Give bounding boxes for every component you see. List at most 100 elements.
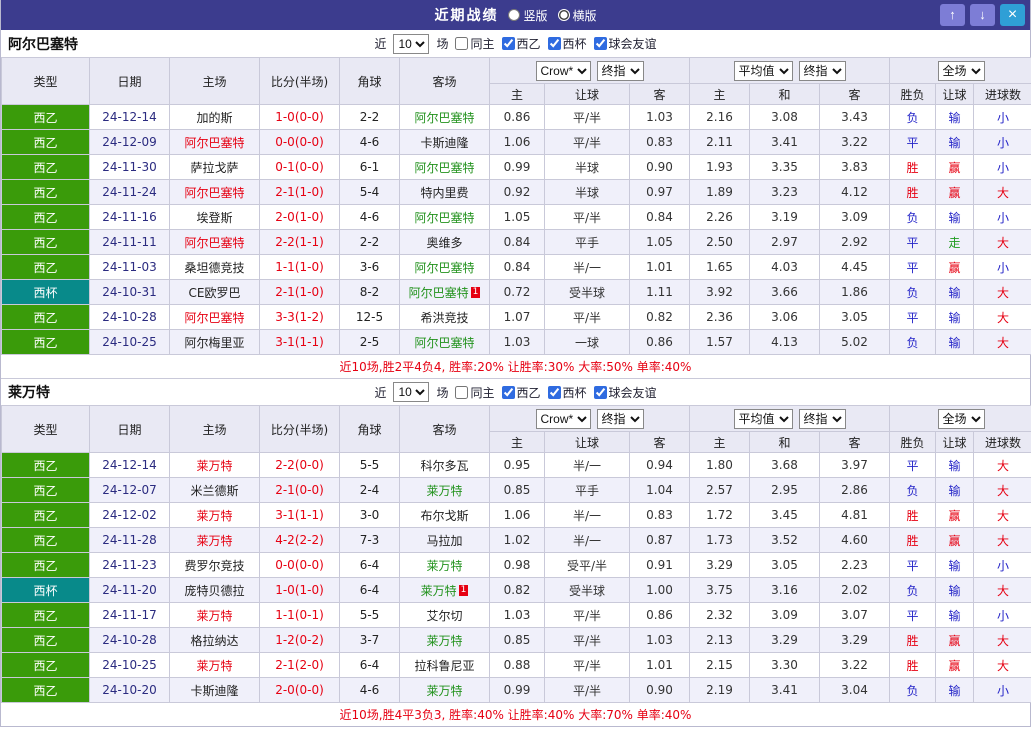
away-team-name[interactable]: 莱万特	[426, 484, 462, 498]
away-team-name[interactable]: 拉科鲁尼亚	[414, 659, 474, 673]
home-team-name[interactable]: 桑坦德竞技	[184, 261, 244, 275]
corner-cell: 2-2	[339, 229, 400, 255]
home-team-name[interactable]: CE欧罗巴	[189, 286, 241, 300]
filter-checkbox-liga2[interactable]: 西乙	[501, 35, 541, 52]
average-stage-select[interactable]: 终指	[798, 408, 846, 429]
home-team-name[interactable]: 费罗尔竞技	[184, 559, 244, 573]
away-team-name[interactable]: 艾尔切	[426, 609, 462, 623]
close-icon[interactable]: ×	[1000, 4, 1025, 26]
home-team-name[interactable]: 莱万特	[196, 609, 232, 623]
match-count-select[interactable]: 10	[393, 33, 430, 54]
checkbox-cup[interactable]	[547, 37, 561, 50]
horizontal-radio[interactable]	[557, 9, 570, 21]
match-count-select[interactable]: 10	[393, 382, 430, 402]
home-team-name[interactable]: 阿尔巴塞特	[184, 186, 244, 200]
checkbox-cup[interactable]	[547, 385, 561, 399]
filter-checkbox-liga2[interactable]: 西乙	[501, 384, 541, 401]
home-team-name[interactable]: 阿尔巴塞特	[184, 311, 244, 325]
away-team-name[interactable]: 奥维多	[426, 236, 462, 250]
home-team-name[interactable]: 莱万特	[196, 659, 232, 673]
checkbox-liga2[interactable]	[501, 385, 515, 399]
topbar-buttons: ↑ ↓ ×	[940, 4, 1025, 26]
home-team-name[interactable]: 卡斯迪隆	[190, 684, 238, 698]
filter-checkbox-same-home[interactable]: 同主	[455, 35, 495, 52]
away-team-name[interactable]: 科尔多瓦	[420, 459, 468, 473]
match-row: 西乙 24-11-11 阿尔巴塞特 2-2(1-1) 2-2 奥维多 0.84 平手 1.05 2…	[1, 229, 1031, 255]
home-team-name[interactable]: 埃登斯	[196, 211, 232, 225]
odds-provider-select[interactable]: Crow*	[535, 60, 591, 81]
odds-cell: 3.35	[749, 154, 821, 180]
home-team-name[interactable]: 阿尔梅里亚	[184, 336, 244, 350]
home-team-cell: 阿尔巴塞特	[169, 179, 260, 205]
away-team-name[interactable]: 莱万特	[421, 584, 457, 598]
away-team-name[interactable]: 特内里费	[420, 186, 468, 200]
layout-option-vertical[interactable]: 竖版	[508, 7, 548, 24]
away-team-name[interactable]: 布尔戈斯	[420, 509, 468, 523]
checkbox-same-home[interactable]	[455, 385, 469, 399]
scope-select[interactable]: 全场	[937, 60, 985, 81]
filter-checkbox-cup[interactable]: 西杯	[547, 35, 587, 52]
col-subheader: 和	[749, 431, 821, 453]
average-stage-select[interactable]: 终指	[798, 60, 846, 81]
home-team-name[interactable]: 莱万特	[196, 459, 232, 473]
away-team-name[interactable]: 希洪竞技	[420, 311, 468, 325]
odds-provider-select[interactable]: Crow*	[535, 408, 591, 429]
filter-checkbox-same-home[interactable]: 同主	[455, 384, 495, 401]
away-team-name[interactable]: 阿尔巴塞特	[414, 261, 474, 275]
vertical-radio-label: 竖版	[523, 8, 548, 23]
home-team-name[interactable]: 米兰德斯	[190, 484, 238, 498]
away-team-name[interactable]: 阿尔巴塞特	[414, 161, 474, 175]
odds-cell: 半球	[544, 154, 630, 180]
home-team-name[interactable]: 萨拉戈萨	[190, 161, 238, 175]
away-team-name[interactable]: 阿尔巴塞特	[414, 111, 474, 125]
filter-near-label: 近	[374, 385, 387, 400]
odds-cell: 3.41	[749, 677, 821, 703]
filter-checkbox-friendly[interactable]: 球会友谊	[593, 384, 657, 401]
average-select[interactable]: 平均值	[733, 408, 793, 429]
away-team-name[interactable]: 阿尔巴塞特	[414, 211, 474, 225]
home-team-name[interactable]: 阿尔巴塞特	[184, 236, 244, 250]
checkbox-liga2[interactable]	[501, 37, 515, 50]
col-subheader: 让球	[935, 431, 975, 453]
odds-cell: 1.01	[628, 652, 691, 678]
home-team-name[interactable]: 格拉纳达	[190, 634, 238, 648]
home-team-name[interactable]: 阿尔巴塞特	[184, 136, 244, 150]
vertical-radio[interactable]	[508, 9, 521, 21]
away-team-name[interactable]: 卡斯迪隆	[420, 136, 468, 150]
scroll-up-button[interactable]: ↑	[940, 4, 965, 26]
score-cell: 2-1(2-0)	[259, 652, 340, 678]
away-team-name[interactable]: 阿尔巴塞特	[409, 286, 469, 300]
scope-group-header: 全场	[889, 405, 1031, 432]
goals-cell: 大	[973, 304, 1031, 330]
filter-checkbox-cup[interactable]: 西杯	[547, 384, 587, 401]
away-team-name[interactable]: 莱万特	[426, 559, 462, 573]
checkbox-friendly[interactable]	[593, 37, 607, 50]
handicap-result-cell: 输	[935, 452, 975, 478]
odds-stage-select[interactable]: 终指	[596, 60, 644, 81]
away-team-name[interactable]: 阿尔巴塞特	[414, 336, 474, 350]
home-team-name[interactable]: 莱万特	[196, 509, 232, 523]
away-team-name[interactable]: 莱万特	[426, 684, 462, 698]
odds-cell: 平手	[544, 229, 630, 255]
checkbox-friendly[interactable]	[593, 385, 607, 399]
filter-checkbox-friendly[interactable]: 球会友谊	[593, 35, 657, 52]
corner-cell: 6-4	[339, 652, 400, 678]
home-team-name[interactable]: 莱万特	[196, 534, 232, 548]
scope-select[interactable]: 全场	[937, 408, 985, 429]
checkbox-same-home[interactable]	[455, 37, 469, 50]
away-team-name[interactable]: 莱万特	[426, 634, 462, 648]
home-team-name[interactable]: 加的斯	[196, 111, 232, 125]
odds-stage-select[interactable]: 终指	[596, 408, 644, 429]
odds-cell: 3.07	[819, 602, 891, 628]
home-team-cell: 莱万特	[169, 602, 260, 628]
score-cell: 2-0(1-0)	[259, 204, 340, 230]
home-team-name[interactable]: 庞特贝德拉	[184, 584, 244, 598]
average-select[interactable]: 平均值	[733, 60, 793, 81]
scroll-down-button[interactable]: ↓	[970, 4, 995, 26]
odds-cell: 平手	[544, 477, 630, 503]
away-team-name[interactable]: 马拉加	[426, 534, 462, 548]
result-cell: 平	[889, 552, 937, 578]
odds-cell: 2.57	[689, 477, 751, 503]
layout-option-horizontal[interactable]: 横版	[557, 7, 597, 24]
score-cell: 2-0(0-0)	[259, 677, 340, 703]
